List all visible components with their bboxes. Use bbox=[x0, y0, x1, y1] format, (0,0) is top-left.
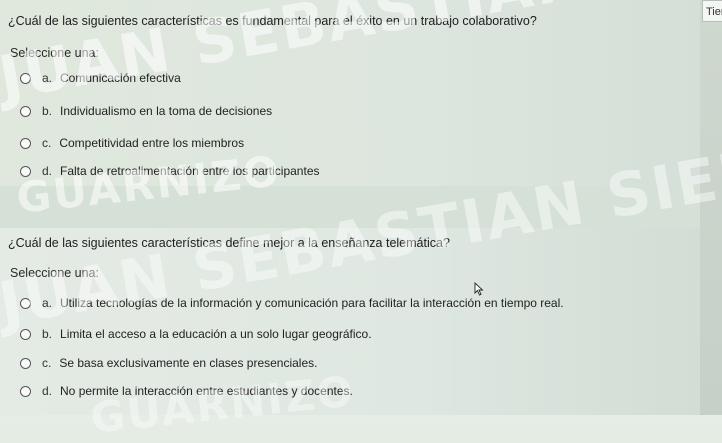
question-2-text: ¿Cuál de las siguientes características … bbox=[8, 236, 450, 250]
option-label: Falta de retroalimentación entre los par… bbox=[60, 164, 320, 178]
option-letter: a. bbox=[42, 71, 53, 85]
option-label: Competitividad entre los miembros bbox=[59, 136, 245, 150]
option-letter: b. bbox=[42, 327, 53, 341]
question-1-option-c[interactable]: c. Competitividad entre los miembros bbox=[20, 134, 244, 152]
radio-button[interactable] bbox=[20, 385, 31, 397]
question-1-text: ¿Cuál de las siguientes características … bbox=[8, 14, 537, 28]
option-label: Limita el acceso a la educación a un sol… bbox=[60, 327, 372, 341]
radio-button[interactable] bbox=[20, 357, 31, 369]
question-gap bbox=[0, 186, 700, 228]
question-1-option-a[interactable]: a. Comunicación efectiva bbox=[20, 69, 181, 87]
question-1-option-d[interactable]: d. Falta de retroalimentación entre los … bbox=[20, 162, 320, 180]
question-2-option-a[interactable]: a. Utiliza tecnologías de la información… bbox=[20, 294, 564, 312]
option-letter: d. bbox=[42, 384, 53, 398]
radio-button[interactable] bbox=[20, 105, 31, 117]
radio-button[interactable] bbox=[20, 165, 31, 177]
option-label: Se basa exclusivamente en clases presenc… bbox=[59, 356, 318, 370]
option-letter: a. bbox=[42, 296, 53, 310]
option-letter: c. bbox=[42, 136, 52, 150]
option-letter: b. bbox=[42, 104, 53, 118]
question-2-option-b[interactable]: b. Limita el acceso a la educación a un … bbox=[20, 325, 372, 343]
radio-button[interactable] bbox=[20, 72, 31, 84]
question-2-prompt: Seleccione una: bbox=[10, 266, 99, 280]
option-label: Individualismo en la toma de decisiones bbox=[60, 104, 273, 118]
radio-button[interactable] bbox=[20, 297, 31, 309]
right-sidebar-strip bbox=[700, 0, 722, 415]
radio-button[interactable] bbox=[20, 137, 31, 149]
option-label: Comunicación efectiva bbox=[60, 71, 181, 85]
question-1-option-b[interactable]: b. Individualismo en la toma de decision… bbox=[20, 102, 272, 120]
question-2-option-c[interactable]: c. Se basa exclusivamente en clases pres… bbox=[20, 354, 317, 372]
radio-button[interactable] bbox=[20, 328, 31, 340]
question-1-prompt: Seleccione una: bbox=[10, 46, 99, 60]
question-2-option-d[interactable]: d. No permite la interacción entre estud… bbox=[20, 382, 353, 400]
mouse-cursor-icon bbox=[474, 282, 484, 296]
timer-tab[interactable]: Tien bbox=[702, 0, 722, 22]
option-label: Utiliza tecnologías de la información y … bbox=[60, 296, 564, 310]
option-label: No permite la interacción entre estudian… bbox=[60, 384, 353, 398]
option-letter: c. bbox=[42, 356, 52, 370]
option-letter: d. bbox=[42, 164, 53, 178]
